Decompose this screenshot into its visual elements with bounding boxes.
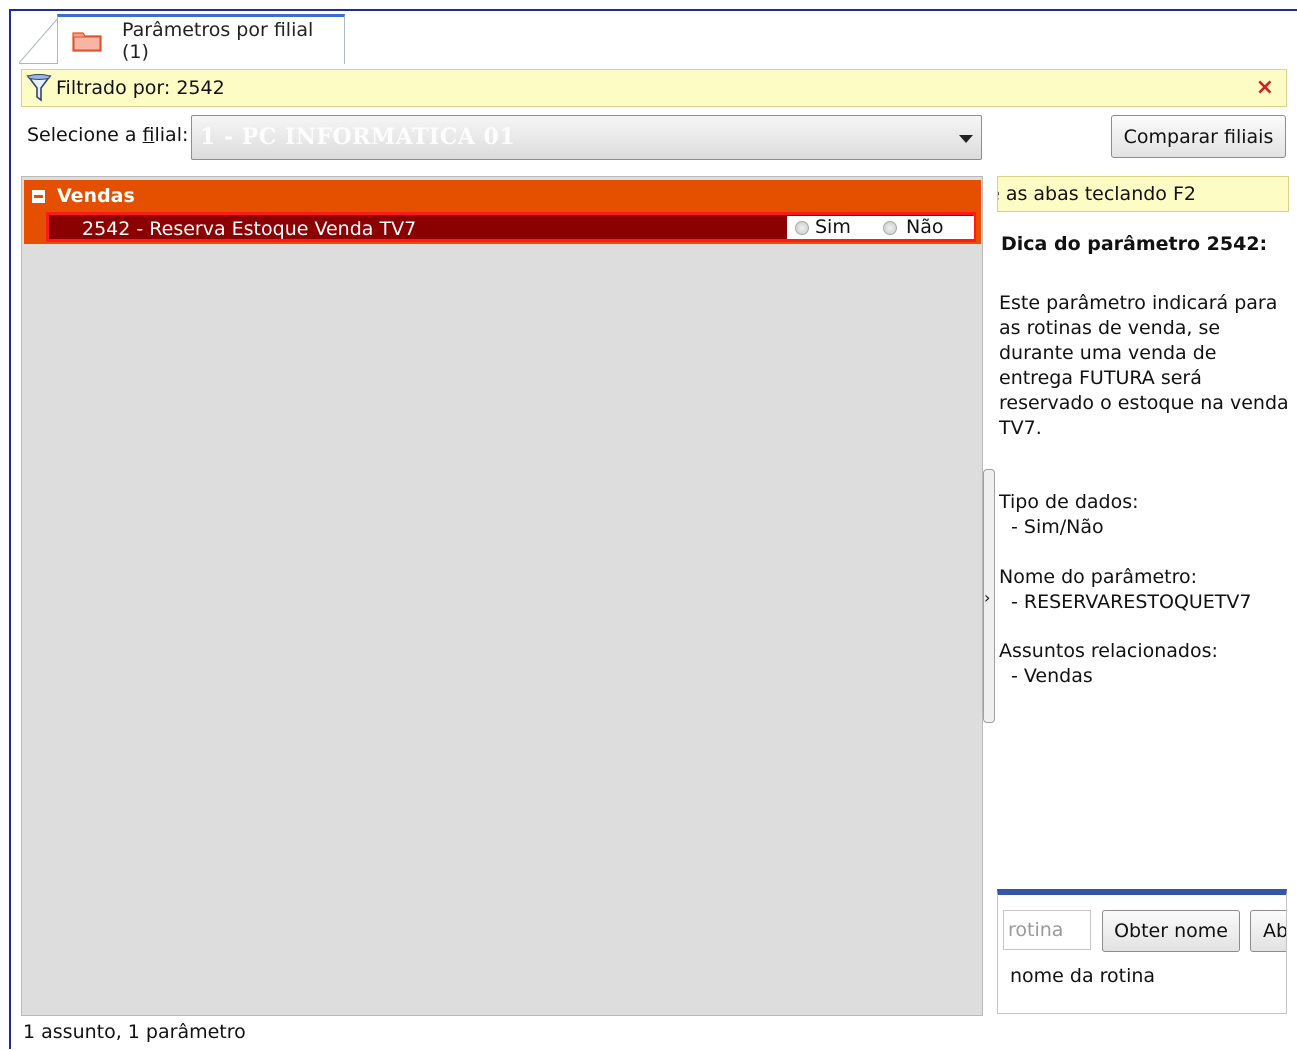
- clear-filter-icon[interactable]: ×: [1256, 76, 1274, 100]
- filial-select[interactable]: 1 - PC INFORMATICA 01: [191, 115, 982, 160]
- param-name-info: Nome do parâmetro: - RESERVARESTOQUETV7: [999, 565, 1252, 615]
- collapse-icon[interactable]: [32, 189, 45, 203]
- filter-text: Filtrado por: 2542: [56, 77, 225, 99]
- table-row[interactable]: 2542 - Reserva Estoque Venda TV7 Sim Não: [24, 212, 981, 244]
- hint-description: Este parâmetro indicará para as rotinas …: [999, 292, 1289, 439]
- related-topics-label: Assuntos relacionados:: [999, 640, 1218, 662]
- data-type-info: Tipo de dados: - Sim/Não: [999, 490, 1139, 540]
- folder-icon: [72, 30, 102, 52]
- status-bar: 1 assunto, 1 parâmetro: [23, 1021, 246, 1043]
- tab-strip: Parâmetros por filial (1): [11, 11, 1297, 64]
- param-name-label: Nome do parâmetro:: [999, 566, 1198, 588]
- data-type-value: - Sim/Não: [1011, 516, 1104, 538]
- filial-label: Selecione a filial:: [27, 124, 189, 146]
- filial-selected-value: 1 - PC INFORMATICA 01: [200, 124, 516, 150]
- main-window: Parâmetros por filial (1) Filtrado por: …: [9, 9, 1297, 1049]
- parameters-grid: Vendas 2542 - Reserva Estoque Venda TV7 …: [21, 176, 983, 1016]
- funnel-icon: [26, 73, 52, 103]
- panel-splitter[interactable]: ›: [983, 469, 995, 723]
- tab-parametros-por-filial[interactable]: Parâmetros por filial (1): [57, 14, 345, 64]
- related-topics-info: Assuntos relacionados: - Vendas: [999, 639, 1218, 689]
- compare-branches-button[interactable]: Comparar filiais: [1111, 115, 1286, 158]
- radio-sim-label[interactable]: Sim: [815, 216, 851, 238]
- parameter-label: 2542 - Reserva Estoque Venda TV7: [82, 218, 417, 240]
- yes-no-radio-group: Sim Não: [787, 216, 974, 239]
- param-name-value: - RESERVARESTOQUETV7: [1011, 591, 1252, 613]
- hint-bar-text: Alterne entre as abas teclando F2: [998, 183, 1196, 205]
- radio-sim[interactable]: [795, 221, 809, 235]
- routine-name-label: nome da rotina: [1010, 965, 1156, 987]
- radio-nao[interactable]: [883, 221, 897, 235]
- routine-input[interactable]: [1003, 910, 1091, 950]
- tab-label: Parâmetros por filial (1): [122, 18, 314, 63]
- data-type-label: Tipo de dados:: [999, 491, 1139, 513]
- filter-bar: Filtrado por: 2542 ×: [21, 69, 1287, 107]
- hint-title: Dica do parâmetro 2542:: [1001, 233, 1268, 255]
- get-name-button[interactable]: Obter nome: [1102, 910, 1240, 952]
- selected-parameter-row[interactable]: 2542 - Reserva Estoque Venda TV7 Sim Não: [46, 212, 976, 242]
- routine-panel: Obter nome Ab nome da rotina: [997, 889, 1287, 1014]
- chevron-right-icon[interactable]: ›: [984, 588, 990, 607]
- related-topics-value: - Vendas: [1011, 665, 1093, 687]
- open-routine-button[interactable]: Ab: [1250, 910, 1286, 952]
- hint-bar: Alterne entre as abas teclando F2: [997, 176, 1289, 212]
- group-row-vendas[interactable]: Vendas: [24, 180, 981, 212]
- chevron-down-icon[interactable]: [959, 135, 973, 143]
- group-title: Vendas: [57, 185, 135, 207]
- radio-nao-label[interactable]: Não: [906, 216, 943, 238]
